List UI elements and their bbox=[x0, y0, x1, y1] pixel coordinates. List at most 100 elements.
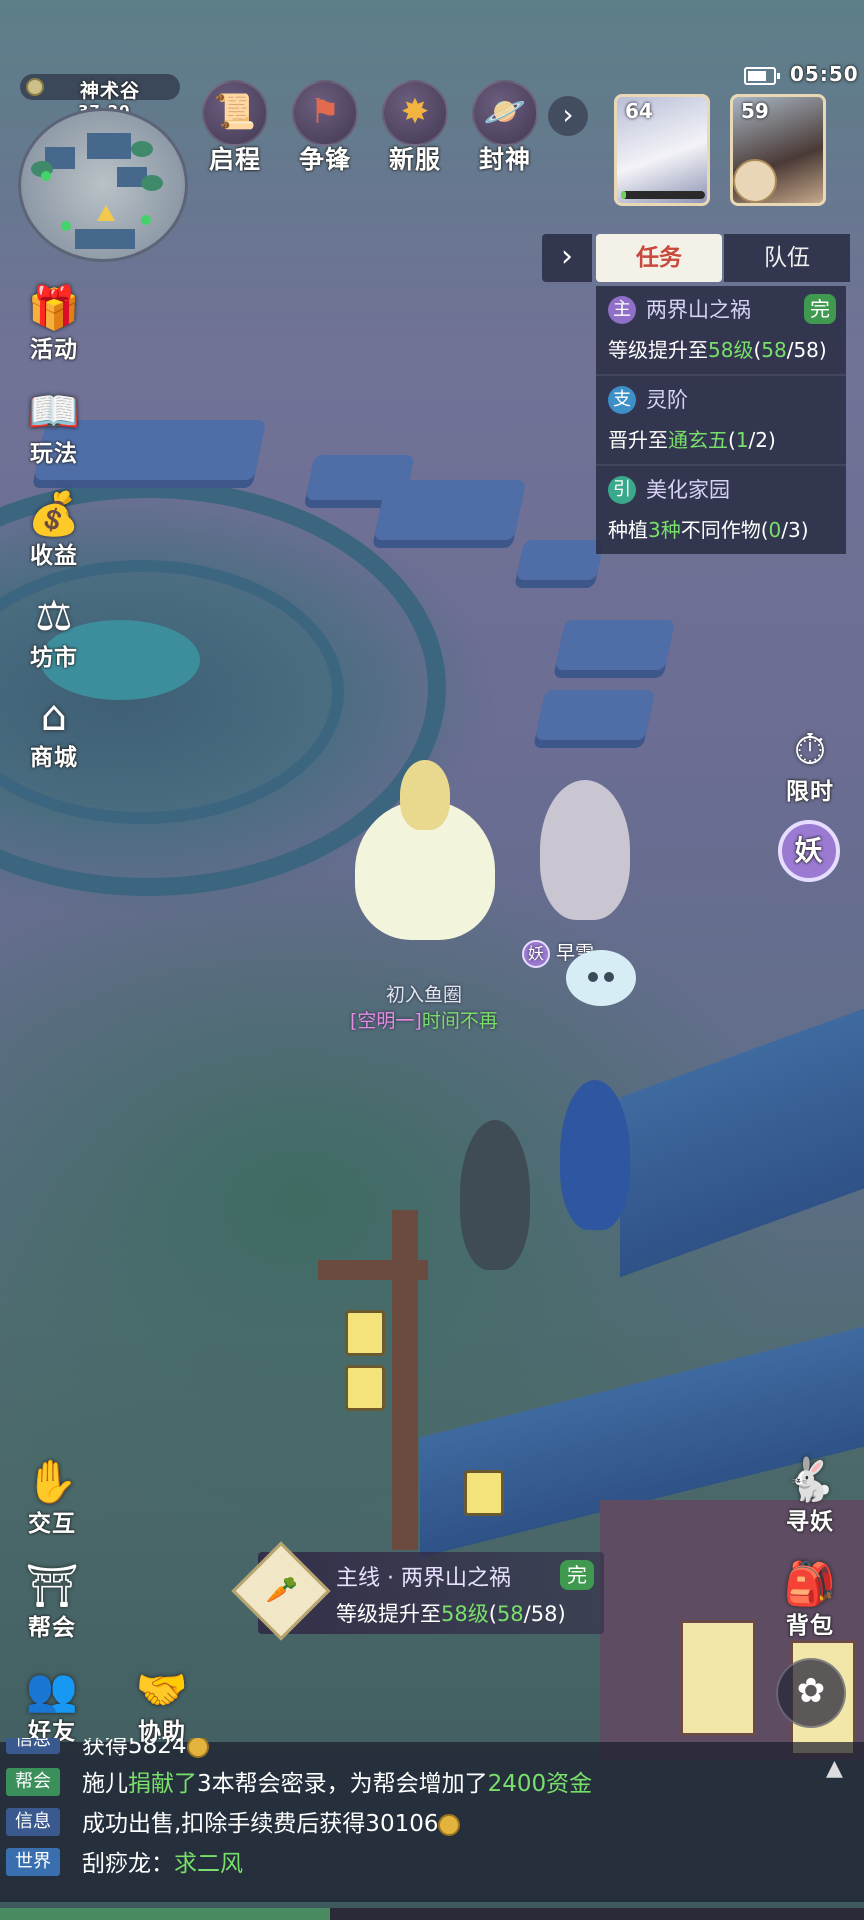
tab-tasks[interactable]: 任务 bbox=[596, 234, 722, 282]
pet-portrait[interactable]: 64 bbox=[614, 94, 710, 206]
menu-gameplay[interactable]: 📖 玩法 bbox=[12, 386, 96, 482]
menu-interact[interactable]: ✋ 交互 bbox=[10, 1456, 94, 1552]
task-complete-badge: 完 bbox=[804, 294, 836, 324]
chat-line: 世界 刮痧龙：求二风 bbox=[6, 1844, 856, 1878]
coin-icon bbox=[438, 1813, 461, 1836]
top-menu-qicheng[interactable]: 📜 启程 bbox=[196, 80, 274, 174]
carrot-icon: 🥕 bbox=[265, 1575, 298, 1606]
scales-icon: ⚖ bbox=[35, 591, 73, 640]
top-menu-fengshen[interactable]: 🪐 封神 bbox=[466, 80, 544, 174]
stepping-stone bbox=[515, 540, 605, 580]
lantern bbox=[345, 1365, 385, 1411]
map-npc-marker bbox=[141, 215, 151, 225]
menu-guild[interactable]: ⛩ 帮会 bbox=[10, 1560, 94, 1656]
stopwatch-icon: ⏱ bbox=[793, 725, 827, 774]
menu-label: 玩法 bbox=[30, 441, 78, 467]
player-guild-tag: [空明一] bbox=[350, 1010, 422, 1032]
menu-label: 商城 bbox=[30, 745, 78, 771]
menu-label: 收益 bbox=[30, 543, 78, 569]
pet-level: 64 bbox=[625, 99, 653, 123]
menu-shop[interactable]: ⌂ 商城 bbox=[12, 690, 96, 786]
minimap-widget[interactable]: 神术谷 37,20 bbox=[14, 68, 188, 262]
menu-market[interactable]: ⚖ 坊市 bbox=[12, 590, 96, 686]
menu-label: 帮会 bbox=[28, 1615, 76, 1641]
menu-income[interactable]: 💰 收益 bbox=[12, 488, 96, 584]
map-tree bbox=[131, 141, 153, 157]
lantern bbox=[464, 1470, 504, 1516]
battery-icon bbox=[744, 67, 780, 85]
task-desc: 晋升至通玄五(1/2) bbox=[608, 428, 776, 452]
tab-team[interactable]: 队伍 bbox=[724, 234, 850, 282]
menu-activity[interactable]: 🎁 活动 bbox=[12, 282, 96, 378]
stepping-stone bbox=[373, 480, 527, 540]
player-title: 初入鱼圈 bbox=[386, 984, 463, 1006]
chat-channel-tag: 信息 bbox=[6, 1808, 60, 1836]
gift-box-icon: 🎁 bbox=[27, 283, 81, 332]
chat-message: 刮痧龙：求二风 bbox=[82, 1851, 243, 1877]
firework-icon: ✸ bbox=[382, 80, 448, 146]
flower-skill-button[interactable]: ✿ bbox=[776, 1658, 846, 1728]
pet-creature[interactable] bbox=[540, 780, 630, 920]
chat-channel-tag: 信息 bbox=[6, 1738, 60, 1754]
task-item-main[interactable]: 主 两界山之祸 完 等级提升至58级(58/58) bbox=[596, 286, 846, 374]
top-menu-zhengfeng[interactable]: ⚑ 争锋 bbox=[286, 80, 364, 174]
chat-channel-tag: 世界 bbox=[6, 1848, 60, 1876]
player-name: 时间不再 bbox=[421, 1010, 498, 1032]
friends-icon: 👥 bbox=[25, 1665, 79, 1714]
player-portrait[interactable]: 59 bbox=[730, 94, 826, 206]
quest-desc: 等级提升至58级(58/58) bbox=[336, 1602, 566, 1626]
quest-title: 主线 · 两界山之祸 bbox=[336, 1566, 511, 1591]
collapse-task-panel-button[interactable]: › bbox=[542, 234, 592, 282]
npc-old-woman[interactable] bbox=[460, 1120, 530, 1270]
menu-find-yao[interactable]: 🐇 寻妖 bbox=[770, 1452, 850, 1536]
menu-label: 背包 bbox=[786, 1613, 834, 1639]
pet-hp-bar bbox=[621, 191, 705, 199]
map-npc-marker bbox=[61, 221, 71, 231]
shop-icon: ⌂ bbox=[40, 691, 68, 740]
task-type-badge: 引 bbox=[608, 476, 636, 504]
task-name: 灵阶 bbox=[646, 388, 688, 412]
minimap[interactable] bbox=[18, 108, 188, 262]
chat-line: 信息 成功出售,扣除手续费后获得30106 bbox=[6, 1804, 856, 1838]
chat-message: 成功出售,扣除手续费后获得30106 bbox=[82, 1804, 461, 1838]
pavilion-roof bbox=[620, 1002, 864, 1278]
chat-line: 信息 获得5824 bbox=[6, 1738, 856, 1758]
player-nameplate[interactable]: [空明一]时间不再 bbox=[350, 1006, 498, 1033]
guild-hall-icon: ⛩ bbox=[25, 1561, 79, 1610]
task-desc: 种植3种不同作物(0/3) bbox=[608, 518, 809, 542]
scroll-icon: 📜 bbox=[202, 80, 268, 146]
pavilion-window bbox=[680, 1620, 756, 1736]
find-yao-icon: 🐇 bbox=[783, 1455, 837, 1504]
avatar-badge-icon bbox=[733, 159, 777, 203]
gold-ingot-icon bbox=[186, 1738, 209, 1758]
chat-panel[interactable]: 信息 获得5824 帮会 施儿捐献了3本帮会密录，为帮会增加了2400资金 信息… bbox=[0, 1738, 864, 1902]
chat-bubble-icon[interactable] bbox=[566, 950, 636, 1006]
yao-button[interactable]: 妖 bbox=[778, 820, 840, 882]
clock: 05:50 bbox=[790, 62, 859, 86]
location-bar: 神术谷 bbox=[20, 74, 180, 102]
npc-scholar[interactable] bbox=[560, 1080, 630, 1230]
sun-icon bbox=[26, 78, 44, 96]
menu-label: 交互 bbox=[28, 1511, 76, 1537]
chat-message: 施儿捐献了3本帮会密录，为帮会增加了2400资金 bbox=[82, 1771, 593, 1797]
map-tree bbox=[141, 175, 163, 191]
map-npc-marker bbox=[41, 171, 51, 181]
player-position-arrow bbox=[97, 205, 115, 221]
menu-bag[interactable]: 🎒 背包 bbox=[770, 1556, 850, 1640]
chat-expand-button[interactable]: ▲ bbox=[826, 1756, 843, 1781]
timed-event-button[interactable]: ⏱ 限时 bbox=[770, 722, 850, 806]
stepping-stone bbox=[554, 620, 676, 670]
player-character[interactable] bbox=[400, 760, 450, 830]
map-tile bbox=[87, 133, 131, 159]
expand-menu-button[interactable]: › bbox=[548, 96, 588, 136]
handshake-icon: 🤝 bbox=[135, 1665, 189, 1714]
task-name: 美化家园 bbox=[646, 478, 730, 502]
lantern bbox=[345, 1310, 385, 1356]
task-name: 两界山之祸 bbox=[646, 298, 751, 322]
task-item-guide[interactable]: 引 美化家园 种植3种不同作物(0/3) bbox=[596, 464, 846, 554]
bag-icon: 🎒 bbox=[783, 1559, 837, 1608]
task-item-side[interactable]: 支 灵阶 晋升至通玄五(1/2) bbox=[596, 374, 846, 464]
location-name: 神术谷 bbox=[80, 80, 141, 102]
top-menu-xinfu[interactable]: ✸ 新服 bbox=[376, 80, 454, 174]
interact-icon: ✋ bbox=[25, 1457, 79, 1506]
